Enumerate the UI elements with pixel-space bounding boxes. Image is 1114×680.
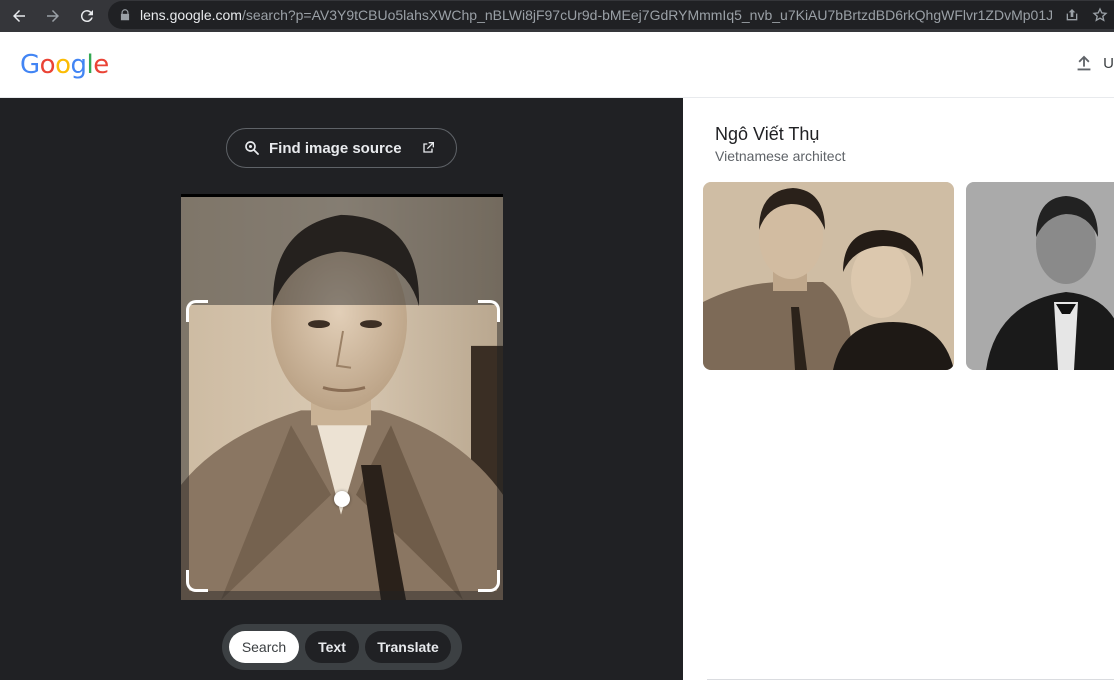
- logo-letter: g: [70, 50, 88, 80]
- crop-handle-bottom-left[interactable]: [186, 570, 208, 592]
- google-logo[interactable]: Google: [20, 50, 109, 80]
- lens-mode-switcher: Search Text Translate: [222, 624, 462, 670]
- tab-search[interactable]: Search: [229, 631, 299, 663]
- share-icon[interactable]: [1064, 7, 1080, 23]
- logo-letter: G: [20, 50, 40, 80]
- logo-letter: l: [86, 50, 94, 80]
- logo-letter: e: [93, 50, 109, 80]
- browser-toolbar: lens.google.com/search?p=AV3Y9tCBUo5lahs…: [0, 0, 1114, 32]
- address-bar-actions: [1052, 1, 1114, 29]
- tab-text[interactable]: Text: [305, 631, 359, 663]
- uploaded-photo[interactable]: [181, 194, 503, 600]
- star-icon[interactable]: [1092, 7, 1108, 23]
- url-path: /search?p=AV3Y9tCBUo5lahsXWChp_nBLWi8jF9…: [241, 7, 1085, 23]
- address-bar[interactable]: lens.google.com/search?p=AV3Y9tCBUo5lahs…: [108, 1, 1114, 29]
- arrow-left-icon: [13, 10, 25, 22]
- reload-icon: [80, 10, 93, 23]
- lock-icon: [120, 9, 130, 21]
- arrow-right-icon: [47, 10, 59, 22]
- result-image[interactable]: [703, 182, 954, 370]
- lens-search-icon: [245, 141, 259, 155]
- crop-mask-right: [497, 305, 503, 591]
- entity-subtitle: Vietnamese architect: [715, 148, 846, 164]
- find-image-source-button[interactable]: Find image source: [226, 128, 457, 168]
- crop-center-handle[interactable]: [334, 491, 350, 507]
- formal-portrait-photo: [966, 182, 1114, 370]
- crop-mask-left: [181, 305, 189, 591]
- result-image[interactable]: [966, 182, 1114, 370]
- tab-translate[interactable]: Translate: [365, 631, 451, 663]
- results-panel: Ngô Viết Thụ Vietnamese architect: [683, 98, 1114, 680]
- open-external-icon: [422, 142, 434, 153]
- back-button[interactable]: [4, 1, 34, 31]
- forward-button[interactable]: [38, 1, 68, 31]
- crop-handle-top-right[interactable]: [478, 300, 500, 322]
- image-panel: Find image source: [0, 98, 683, 680]
- upload-label: U: [1103, 54, 1114, 72]
- logo-letter: o: [39, 50, 56, 80]
- find-image-source-label: Find image source: [269, 139, 402, 157]
- upload-icon: [1077, 55, 1091, 71]
- url-host: lens.google.com: [140, 7, 242, 23]
- logo-letter: o: [55, 50, 71, 80]
- entity-title[interactable]: Ngô Viết Thụ: [715, 124, 819, 145]
- upload-button[interactable]: U: [1073, 52, 1114, 74]
- crop-handle-bottom-right[interactable]: [478, 570, 500, 592]
- google-header: Google U: [0, 32, 1114, 98]
- crop-handle-top-left[interactable]: [186, 300, 208, 322]
- crop-mask-top: [181, 197, 503, 305]
- crop-mask-bottom: [181, 591, 503, 600]
- couple-photo: [703, 182, 954, 370]
- url-text: lens.google.com/search?p=AV3Y9tCBUo5lahs…: [140, 7, 1085, 23]
- reload-button[interactable]: [72, 1, 102, 31]
